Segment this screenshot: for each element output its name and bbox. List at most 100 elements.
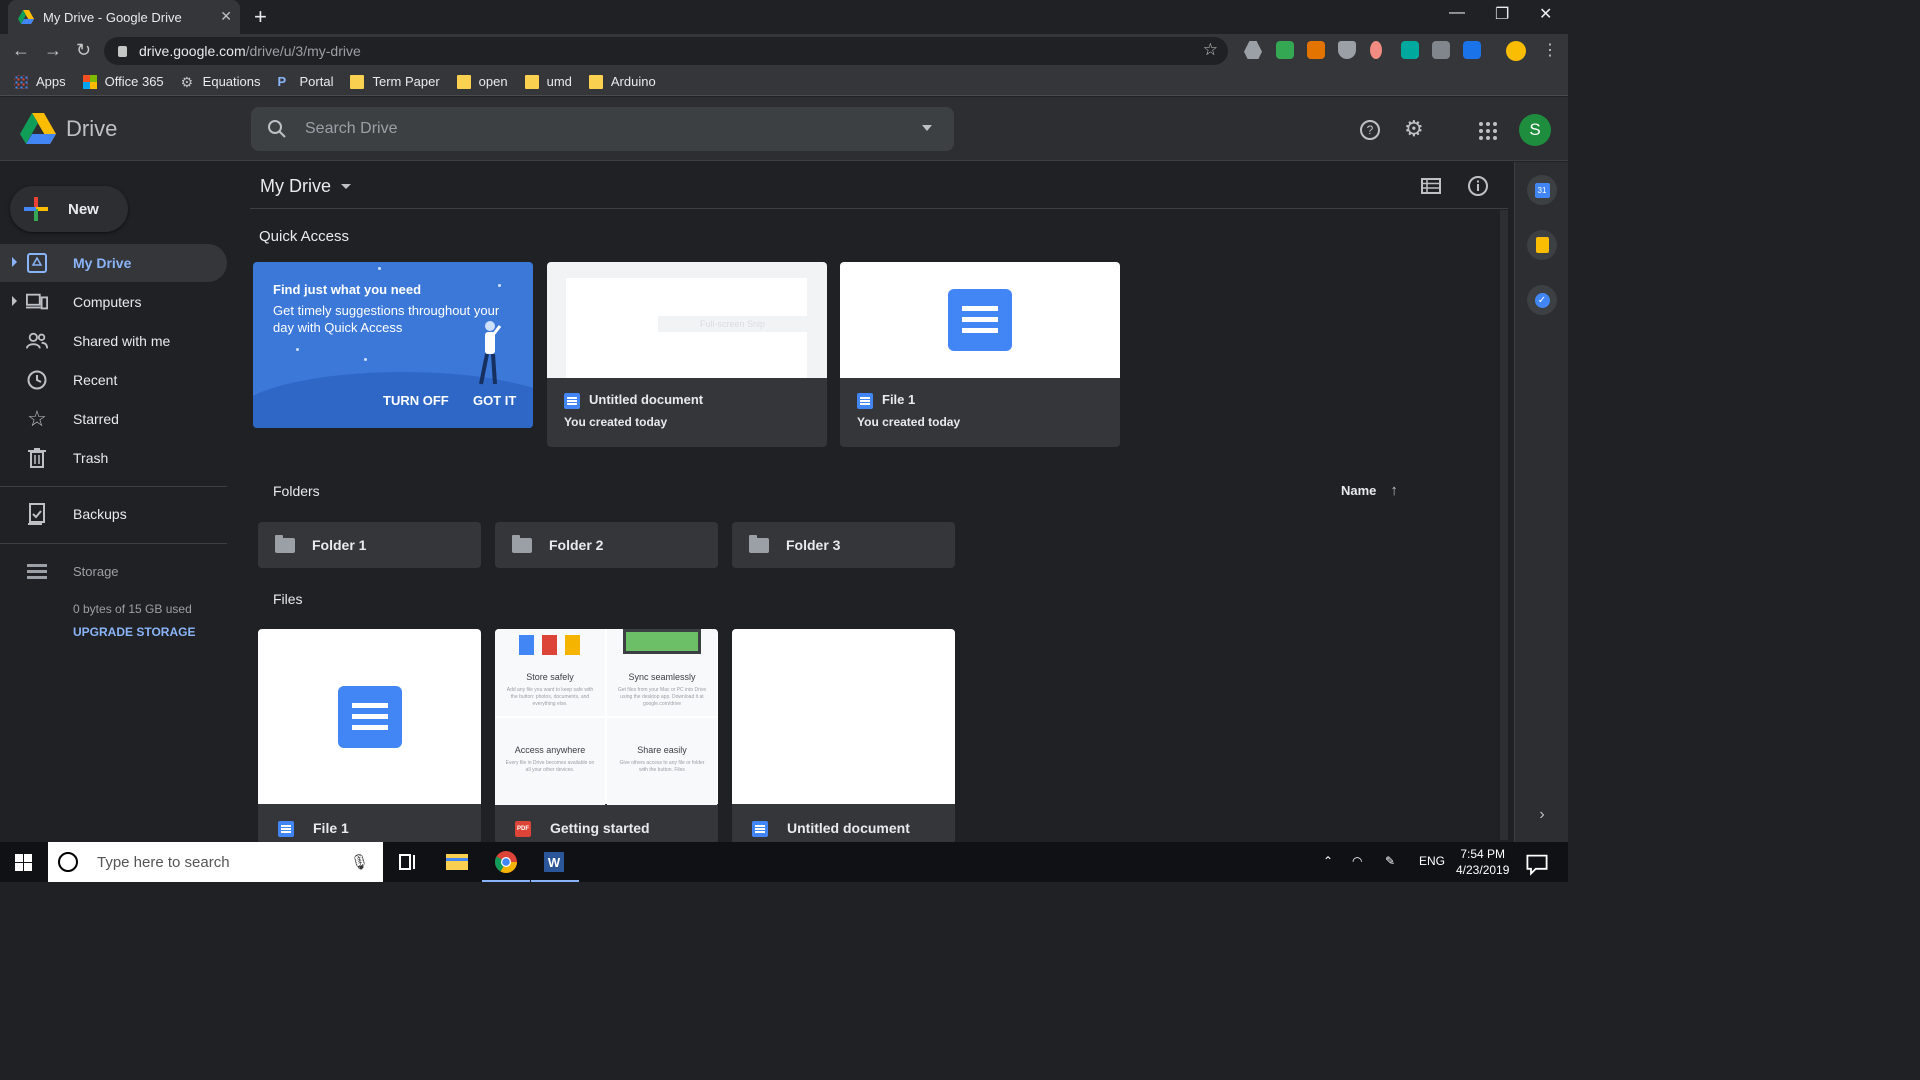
expand-panel-icon[interactable]: › <box>1527 800 1557 830</box>
active-app-indicator <box>482 880 530 882</box>
search-options-chevron-icon[interactable] <box>922 125 932 131</box>
tasks-icon[interactable]: ✓ <box>1527 285 1557 315</box>
bookmark-open[interactable]: open <box>456 74 508 89</box>
extension-teal-icon[interactable] <box>1401 41 1419 59</box>
windows-start-icon[interactable] <box>15 854 32 871</box>
browser-tab[interactable]: My Drive - Google Drive ✕ <box>8 0 240 34</box>
folder-item[interactable]: Folder 1 <box>258 522 481 568</box>
turn-off-button[interactable]: TURN OFF <box>383 393 449 408</box>
expand-arrow-icon[interactable] <box>12 296 17 306</box>
show-hidden-icons-chevron-icon[interactable]: ⌃ <box>1323 854 1333 868</box>
sidebar-item-my-drive[interactable]: My Drive <box>0 244 227 282</box>
address-bar[interactable]: drive.google.com /drive/u/3/my-drive ☆ <box>104 37 1228 65</box>
language-indicator[interactable]: ENG <box>1419 854 1445 868</box>
bookmark-equations[interactable]: ⚙ Equations <box>181 74 261 89</box>
sidebar-item-starred[interactable]: ☆ Starred <box>0 400 227 438</box>
help-icon[interactable]: ? <box>1359 119 1381 141</box>
file-card[interactable]: Store safely Add any file you want to ke… <box>495 629 718 844</box>
trash-icon <box>26 447 48 469</box>
restore-icon[interactable]: ❐ <box>1495 4 1509 24</box>
getting-started-cell: Sync seamlessly Get files from your Mac … <box>607 629 717 716</box>
minimize-icon[interactable]: — <box>1449 4 1465 22</box>
bookmark-arduino[interactable]: Arduino <box>588 74 656 89</box>
browser-menu-icon[interactable]: ⋮ <box>1542 40 1558 60</box>
folder-name: Folder 3 <box>786 537 841 553</box>
taskbar-search[interactable]: 🎙 <box>48 842 383 882</box>
upgrade-storage-link[interactable]: UPGRADE STORAGE <box>73 625 195 639</box>
bookmark-umd[interactable]: umd <box>524 74 572 89</box>
calendar-icon[interactable]: 31 <box>1527 175 1557 205</box>
bookmark-apps[interactable]: Apps <box>14 74 66 89</box>
apps-grid-icon[interactable] <box>1479 122 1497 140</box>
app-name: Drive <box>66 116 118 141</box>
file-explorer-icon[interactable] <box>445 850 469 874</box>
my-drive-icon <box>26 252 48 274</box>
main-scrollbar[interactable] <box>1500 210 1508 840</box>
thumb-caption: Full-screen Snip <box>658 316 807 332</box>
reload-icon[interactable]: ↻ <box>76 40 91 61</box>
tab-close-icon[interactable]: ✕ <box>220 8 232 25</box>
back-icon[interactable]: ← <box>12 40 30 61</box>
expand-arrow-icon[interactable] <box>12 257 17 267</box>
search-input[interactable] <box>305 120 885 138</box>
profile-icon[interactable] <box>1506 41 1526 61</box>
taskbar-search-input[interactable] <box>97 853 347 871</box>
task-view-icon[interactable] <box>396 850 420 874</box>
sparkle-decoration <box>378 267 381 270</box>
forward-icon[interactable]: → <box>44 40 62 61</box>
storage-usage-text: 0 bytes of 15 GB used <box>73 602 192 616</box>
notifications-icon[interactable] <box>1525 852 1549 876</box>
folder-icon <box>350 74 365 89</box>
shield-extension-icon[interactable] <box>1338 41 1356 59</box>
bookmark-term-paper[interactable]: Term Paper <box>350 74 440 89</box>
extension-grey-icon[interactable] <box>1432 41 1450 59</box>
keep-icon[interactable] <box>1527 230 1557 260</box>
extension-blue-icon[interactable] <box>1463 41 1481 59</box>
folder-item[interactable]: Folder 3 <box>732 522 955 568</box>
sidebar-item-shared[interactable]: Shared with me <box>0 322 227 360</box>
google-doc-icon <box>752 821 768 837</box>
extension-green-icon[interactable] <box>1276 41 1294 59</box>
list-view-icon[interactable] <box>1421 178 1441 194</box>
network-icon[interactable]: ◠ <box>1352 854 1362 868</box>
quick-access-card[interactable]: File 1 You created today <box>840 262 1120 447</box>
sidebar-item-trash[interactable]: Trash <box>0 439 227 477</box>
slides-doc-icon <box>565 635 580 655</box>
arrow-up-icon[interactable]: ↑ <box>1390 482 1398 499</box>
sidebar-item-backups[interactable]: Backups <box>0 495 227 533</box>
extension-red-icon[interactable] <box>1370 41 1382 59</box>
my-drive-dropdown[interactable]: My Drive <box>260 176 351 197</box>
promo-text: Get timely suggestions throughout your d… <box>273 303 500 335</box>
drive-logo[interactable]: Drive <box>20 113 117 145</box>
sidebar-item-computers[interactable]: Computers <box>0 283 227 321</box>
settings-gear-icon[interactable]: ⚙ <box>1404 116 1424 142</box>
chrome-icon[interactable] <box>494 850 518 874</box>
new-tab-icon[interactable]: + <box>254 4 267 30</box>
bookmark-star-icon[interactable]: ☆ <box>1203 40 1218 60</box>
document-thumbnail <box>258 629 481 804</box>
account-avatar[interactable]: S <box>1519 114 1551 146</box>
folder-icon <box>588 74 603 89</box>
search-bar[interactable] <box>251 107 954 151</box>
bookmark-office-365[interactable]: Office 365 <box>82 74 164 89</box>
clock[interactable]: 7:54 PM 4/23/2019 <box>1456 846 1509 878</box>
bookmark-portal[interactable]: P Portal <box>278 74 334 89</box>
info-icon[interactable] <box>1467 175 1489 197</box>
clock-time: 7:54 PM <box>1460 847 1506 861</box>
window-close-icon[interactable]: ✕ <box>1539 4 1552 24</box>
pen-icon[interactable]: ✎ <box>1385 854 1395 868</box>
file-card[interactable]: Untitled document <box>732 629 955 844</box>
microphone-icon[interactable]: 🎙 <box>350 853 369 871</box>
clock-date: 4/23/2019 <box>1456 863 1510 877</box>
extension-orange-icon[interactable] <box>1307 41 1325 59</box>
new-button[interactable]: New <box>10 186 128 232</box>
folder-item[interactable]: Folder 2 <box>495 522 718 568</box>
url-path: /drive/u/3/my-drive <box>245 43 361 59</box>
quick-access-card[interactable]: Full-screen Snip Untitled document You c… <box>547 262 827 447</box>
sidebar-item-recent[interactable]: Recent <box>0 361 227 399</box>
word-icon[interactable]: W <box>542 850 566 874</box>
getting-started-cell: Access anywhere Every file in Drive beco… <box>495 718 605 805</box>
got-it-button[interactable]: GOT IT <box>473 393 516 408</box>
sort-by-name-button[interactable]: Name ↑ <box>1341 482 1398 499</box>
file-card[interactable]: File 1 <box>258 629 481 844</box>
